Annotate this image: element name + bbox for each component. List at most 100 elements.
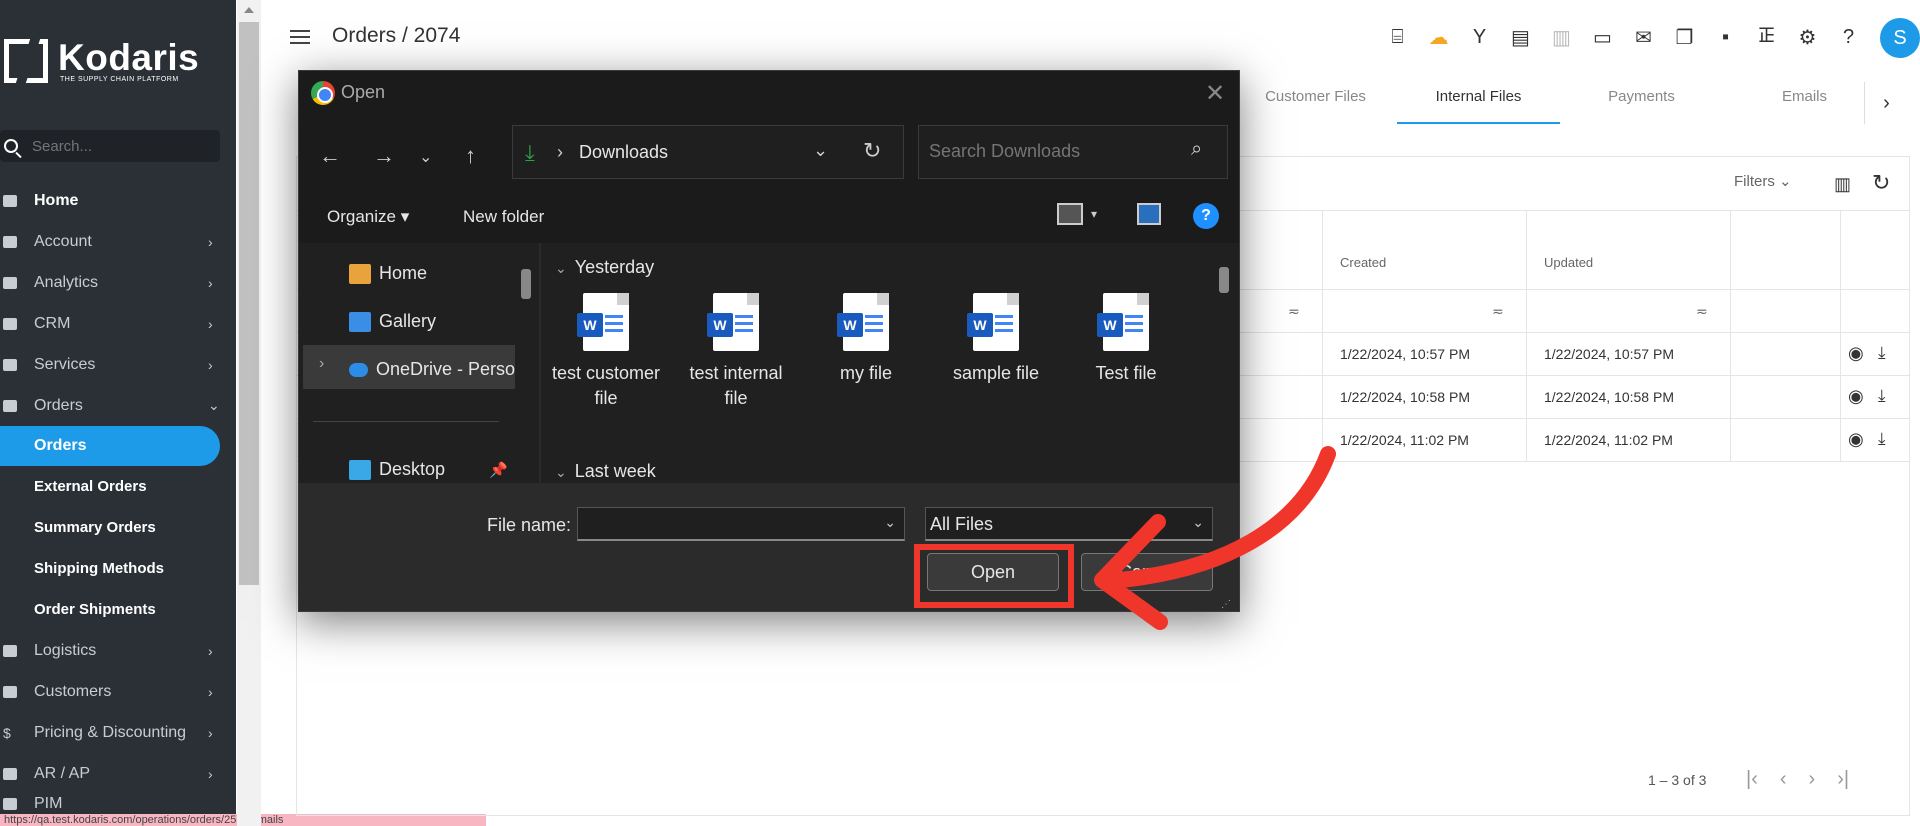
sidebar-subitem-external-orders[interactable]: External Orders	[0, 466, 236, 507]
nav-gallery[interactable]: Gallery	[349, 311, 436, 332]
home-icon	[3, 194, 17, 207]
sidebar-item-ar-ap[interactable]: AR / AP ›	[0, 753, 236, 794]
copy-icon[interactable]: ❐	[1671, 24, 1698, 51]
sidebar-subitem-order-shipments[interactable]: Order Shipments	[0, 589, 236, 630]
search-input[interactable]	[32, 137, 212, 155]
download-icon[interactable]: ⤓	[1878, 386, 1886, 406]
nav-scrollbar-thumb[interactable]	[521, 269, 531, 299]
column-divider	[1840, 210, 1841, 462]
file-item[interactable]: W sample file	[941, 293, 1051, 386]
prev-page-icon[interactable]: ‹	[1780, 768, 1787, 791]
columns-icon[interactable]: ▥	[1834, 174, 1851, 195]
sidebar-item-pim[interactable]: PIM	[0, 794, 236, 814]
refresh-icon[interactable]: ↻	[1872, 170, 1890, 196]
back-icon[interactable]: ←	[319, 143, 341, 169]
last-page-icon[interactable]: ›|	[1837, 768, 1849, 791]
receipt-icon[interactable]: ▥	[1548, 24, 1575, 51]
new-folder-button[interactable]: New folder	[463, 207, 544, 227]
tab-scroll-right-icon[interactable]: ›	[1864, 82, 1908, 124]
eye-icon[interactable]: ◉	[1848, 343, 1864, 364]
eye-icon[interactable]: ◉	[1848, 386, 1864, 407]
close-icon[interactable]: ✕	[1205, 79, 1225, 108]
menu-icon[interactable]	[290, 30, 310, 44]
scrollbar-thumb[interactable]	[239, 22, 259, 585]
nav-home[interactable]: Home	[349, 263, 427, 284]
next-page-icon[interactable]: ›	[1809, 768, 1816, 791]
file-item[interactable]: W test customer file	[551, 293, 661, 411]
sidebar-item-account[interactable]: Account ›	[0, 221, 236, 262]
gear-icon[interactable]: ⚙	[1794, 24, 1821, 51]
file-item[interactable]: W test internal file	[681, 293, 791, 411]
group-yesterday[interactable]: ⌄ Yesterday	[555, 257, 654, 278]
merge-icon[interactable]: Y	[1466, 24, 1493, 51]
help-icon[interactable]: ?	[1835, 24, 1862, 51]
sidebar-item-label: CRM	[34, 314, 71, 332]
first-page-icon[interactable]: |‹	[1746, 768, 1758, 791]
tab-internal-files[interactable]: Internal Files	[1397, 82, 1560, 124]
file-name-input[interactable]: ⌄	[577, 507, 905, 541]
nav-desktop[interactable]: Desktop	[349, 459, 445, 480]
card-icon[interactable]: ▭	[1589, 24, 1616, 51]
created-cell: 1/22/2024, 10:57 PM	[1340, 346, 1470, 362]
column-header-updated[interactable]: Updated	[1544, 255, 1593, 270]
view-dropdown-icon[interactable]: ▾	[1091, 207, 1097, 221]
breadcrumb: Orders / 2074	[332, 24, 461, 47]
sidebar-item-analytics[interactable]: Analytics ›	[0, 262, 236, 303]
column-header-created[interactable]: Created	[1340, 255, 1386, 270]
file-item[interactable]: W my file	[811, 293, 921, 386]
group-last-week[interactable]: ⌄ Last week	[555, 461, 656, 482]
tab-payments[interactable]: Payments	[1560, 82, 1723, 124]
column-divider	[1730, 210, 1731, 462]
archive-icon[interactable]: ▤	[1507, 24, 1534, 51]
pager-range: 1 – 3 of 3	[1648, 772, 1707, 788]
created-cell: 1/22/2024, 10:58 PM	[1340, 389, 1470, 405]
dialog-titlebar[interactable]: Open ✕	[299, 71, 1239, 115]
file-list-scrollbar-thumb[interactable]	[1219, 267, 1229, 293]
paperclip-icon[interactable]: 𝍶	[1753, 24, 1780, 51]
address-bar[interactable]: ⤓ › Downloads ⌄ ↻	[512, 125, 904, 179]
mail-icon[interactable]: ✉	[1630, 24, 1657, 51]
organize-button[interactable]: Organize ▾	[327, 207, 409, 227]
sidebar-item-orders[interactable]: Orders ⌄	[0, 385, 236, 426]
pin-icon[interactable]: 📌	[489, 461, 508, 479]
eye-icon[interactable]: ◉	[1848, 429, 1864, 450]
sidebar-item-logistics[interactable]: Logistics ›	[0, 630, 236, 671]
chevron-down-icon[interactable]: ⌄	[813, 140, 828, 161]
sidebar-subitem-summary-orders[interactable]: Summary Orders	[0, 507, 236, 548]
tab-emails[interactable]: Emails	[1723, 82, 1886, 124]
sidebar-item-services[interactable]: Services ›	[0, 344, 236, 385]
forward-icon[interactable]: →	[373, 143, 395, 169]
nav-onedrive[interactable]: OneDrive - Perso	[349, 359, 515, 380]
sidebar-subitem-shipping-methods[interactable]: Shipping Methods	[0, 548, 236, 589]
sidebar-subitem-orders[interactable]: Orders	[0, 426, 220, 466]
up-icon[interactable]: ↑	[465, 143, 476, 169]
download-icon[interactable]: ⤓	[1878, 343, 1886, 363]
current-location[interactable]: Downloads	[579, 142, 668, 163]
sidebar-item-home[interactable]: Home	[0, 180, 236, 221]
avatar[interactable]: S	[1880, 18, 1920, 58]
dialog-search[interactable]: ⌕	[918, 125, 1228, 179]
sidebar-scrollbar[interactable]	[237, 0, 261, 826]
search-downloads-input[interactable]	[929, 141, 1169, 162]
filters-button[interactable]: Filters ⌄	[1734, 172, 1792, 190]
cloud-upload-icon[interactable]: ☁	[1425, 24, 1452, 51]
logo[interactable]: Kodaris THE SUPPLY CHAIN PLATFORM	[4, 36, 199, 86]
sidebar-item-customers[interactable]: Customers ›	[0, 671, 236, 712]
refresh-icon[interactable]: ↻	[863, 138, 881, 164]
tab-customer-files[interactable]: Customer Files	[1234, 82, 1397, 124]
sidebar-item-crm[interactable]: CRM ›	[0, 303, 236, 344]
sidebar-search[interactable]	[0, 130, 220, 162]
scroll-up-icon[interactable]	[244, 7, 254, 13]
help-icon[interactable]: ?	[1193, 203, 1219, 229]
download-icon[interactable]: ⤓	[1878, 429, 1886, 449]
chevron-down-icon[interactable]: ⌄	[884, 514, 896, 531]
sidebar-item-pricing[interactable]: $ Pricing & Discounting ›	[0, 712, 236, 753]
expand-icon[interactable]: ›	[319, 355, 324, 373]
preview-pane-icon[interactable]	[1137, 203, 1161, 225]
recent-dropdown-icon[interactable]: ⌄	[419, 147, 432, 167]
view-icon[interactable]	[1057, 203, 1083, 225]
file-item[interactable]: W Test file	[1071, 293, 1181, 386]
file-add-icon[interactable]: ▪	[1712, 24, 1739, 51]
sidebar-item-label: Account	[34, 232, 92, 250]
gift-icon[interactable]: ⌸	[1384, 24, 1411, 51]
